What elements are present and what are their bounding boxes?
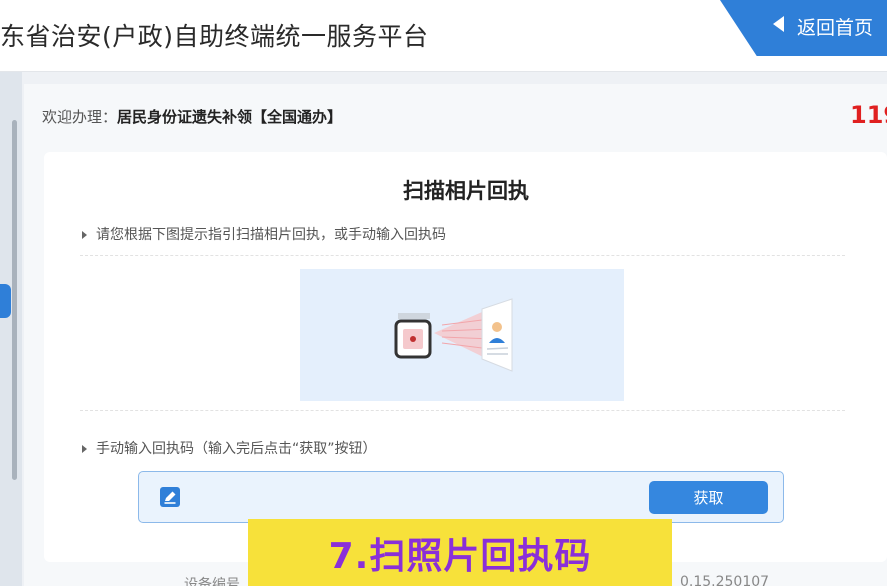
welcome-line: 欢迎办理：居民身份证遗失补领【全国通办】 <box>42 106 342 127</box>
edit-pencil-icon <box>160 487 180 507</box>
card-title: 扫描相片回执 <box>403 179 529 203</box>
version-label: 0.15.250107 <box>680 574 770 586</box>
divider <box>80 410 845 411</box>
back-arrow-icon <box>773 16 784 32</box>
step-caption-overlay: 7.扫照片回执码 <box>248 519 672 586</box>
device-id-label: 设备编号 <box>184 577 240 586</box>
service-name: 居民身份证遗失补领【全国通办】 <box>117 108 343 126</box>
scan-guide-illustration <box>300 269 624 401</box>
scan-instruction: 请您根据下图提示指引扫描相片回执，或手动输入回执码 <box>96 227 446 243</box>
countdown-timer: 119 <box>850 101 887 129</box>
bullet-triangle-icon <box>82 231 87 239</box>
platform-title: 东省治安(户政)自助终端统一服务平台 <box>0 22 429 51</box>
back-home-label[interactable]: 返回首页 <box>797 13 873 40</box>
left-scrollbar[interactable] <box>12 120 17 480</box>
bullet-triangle-icon <box>82 445 87 453</box>
left-sidebar <box>0 72 22 586</box>
step-caption: 7.扫照片回执码 <box>328 535 592 577</box>
left-side-tab[interactable] <box>0 284 11 318</box>
scanner-receipt-icon <box>394 298 513 372</box>
receipt-code-input[interactable] <box>190 480 630 514</box>
manual-input-label: 手动输入回执码（输入完后点击“获取”按钮） <box>96 441 377 457</box>
fetch-button[interactable]: 获取 <box>649 481 768 514</box>
welcome-prefix: 欢迎办理： <box>42 108 118 126</box>
divider <box>80 255 845 256</box>
